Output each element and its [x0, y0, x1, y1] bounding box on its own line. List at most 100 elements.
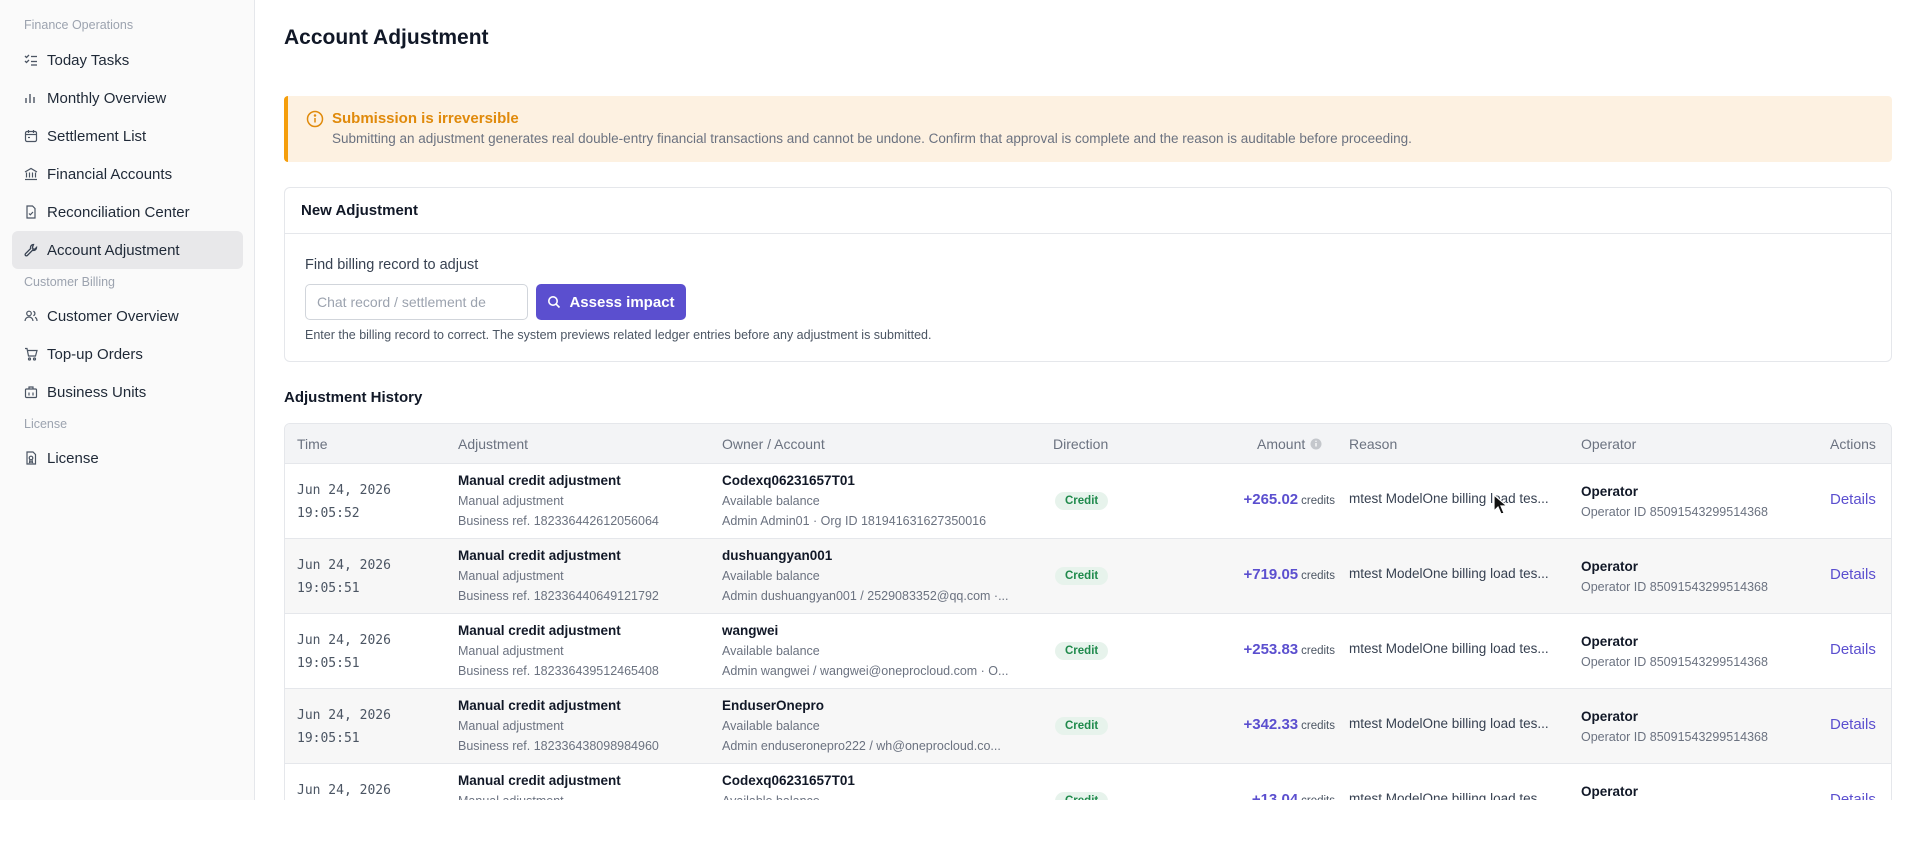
sidebar-item-top-up-orders[interactable]: Top-up Orders: [12, 335, 243, 373]
bank-icon: [24, 167, 38, 181]
column-header-owner-account: Owner / Account: [722, 436, 825, 452]
sidebar-item-business-units[interactable]: Business Units: [12, 373, 243, 411]
account-name: Available balance: [722, 644, 820, 658]
adjustment-cell: Manual credit adjustment Manual adjustme…: [458, 471, 708, 531]
cart-icon: [24, 347, 38, 361]
adjustment-title: Manual credit adjustment: [458, 548, 621, 563]
table-row: Jun 24, 2026 Manual credit adjustment Ma…: [285, 764, 1891, 800]
operator-id: Operator ID 85091543299514368: [1581, 655, 1768, 669]
time-cell: Jun 24, 2026: [297, 779, 391, 800]
owner-cell: wangwei Available balance Admin wangwei …: [722, 621, 1022, 681]
amount-cell: +719.05 credits: [1243, 566, 1335, 584]
adjustment-subtitle: Manual adjustment: [458, 569, 564, 583]
amount-cell: +342.33 credits: [1243, 716, 1335, 734]
sidebar-item-label: Customer Overview: [47, 307, 179, 325]
assess-impact-button[interactable]: Assess impact: [536, 284, 686, 320]
calendar-icon: [24, 129, 38, 143]
sidebar-item-monthly-overview[interactable]: Monthly Overview: [12, 79, 243, 117]
find-record-label: Find billing record to adjust: [305, 257, 479, 273]
users-icon: [24, 309, 38, 323]
details-link[interactable]: Details: [1830, 566, 1876, 583]
info-icon[interactable]: [1310, 438, 1322, 450]
sidebar-item-label: Monthly Overview: [47, 89, 167, 107]
operator-name: Operator: [1581, 634, 1639, 649]
operator-id: Operator ID 85091543299514368: [1581, 505, 1768, 519]
billing-record-search-input[interactable]: [305, 284, 528, 320]
adjustment-title: Manual credit adjustment: [458, 473, 621, 488]
page-title: Account Adjustment: [284, 26, 489, 49]
column-header-actions: Actions: [1830, 436, 1876, 452]
operator-cell: Operator: [1581, 782, 1638, 800]
column-header-direction: Direction: [1053, 436, 1109, 452]
operator-name: Operator: [1581, 484, 1639, 499]
nav-section-title-license: License: [24, 417, 68, 431]
sidebar-item-today-tasks[interactable]: Today Tasks: [12, 41, 243, 79]
reason-text[interactable]: mtest ModelOne billing load tes...: [1349, 791, 1564, 800]
details-link[interactable]: Details: [1830, 791, 1876, 800]
details-link[interactable]: Details: [1830, 641, 1876, 658]
sidebar-item-settlement-list[interactable]: Settlement List: [12, 117, 243, 155]
adjustment-subtitle: Manual adjustment: [458, 719, 564, 733]
account-name: Available balance: [722, 494, 820, 508]
sidebar-item-label: Reconciliation Center: [47, 203, 190, 221]
reason-text[interactable]: mtest ModelOne billing load tes...: [1349, 491, 1564, 506]
direction-badge: Credit: [1055, 792, 1109, 800]
sidebar: Finance Operations Today Tasks Monthly O…: [0, 0, 255, 800]
sidebar-item-label: Business Units: [47, 383, 147, 401]
owner-name: wangwei: [722, 623, 779, 638]
account-name: Available balance: [722, 569, 820, 583]
account-name: Available balance: [722, 791, 1022, 800]
owner-detail: Admin dushuangyan001 / 2529083352@qq.com…: [722, 589, 1009, 603]
adjustment-title: Manual credit adjustment: [458, 773, 621, 788]
adjustment-history-title: Adjustment History: [284, 389, 423, 406]
amount-value: +265.02: [1243, 491, 1299, 508]
owner-name: Codexq06231657T01: [722, 773, 855, 788]
owner-detail: Admin enduseronepro222 / wh@oneprocloud.…: [722, 739, 1001, 753]
row-time: 19:05:51: [297, 581, 360, 596]
sidebar-item-financial-accounts[interactable]: Financial Accounts: [12, 155, 243, 193]
nav-section-title-customer-billing: Customer Billing: [24, 275, 116, 289]
time-cell: Jun 24, 2026 19:05:52: [297, 479, 391, 525]
operator-name: Operator: [1581, 559, 1639, 574]
row-date: Jun 24, 2026: [297, 483, 391, 498]
adjustment-title: Manual credit adjustment: [458, 698, 621, 713]
direction-badge: Credit: [1055, 717, 1109, 735]
adjustment-cell: Manual credit adjustment Manual adjustme…: [458, 771, 708, 800]
details-link[interactable]: Details: [1830, 491, 1876, 508]
operator-name: Operator: [1581, 709, 1639, 724]
time-cell: Jun 24, 2026 19:05:51: [297, 629, 391, 675]
time-cell: Jun 24, 2026 19:05:51: [297, 554, 391, 600]
row-time: 19:05:52: [297, 506, 360, 521]
adjustment-subtitle: Manual adjustment: [458, 494, 564, 508]
adjustment-subtitle: Manual adjustment: [458, 644, 564, 658]
checklist-icon: [24, 53, 38, 67]
sidebar-item-reconciliation-center[interactable]: Reconciliation Center: [12, 193, 243, 231]
app-viewport: Finance Operations Today Tasks Monthly O…: [0, 0, 1920, 800]
direction-badge: Credit: [1055, 567, 1109, 585]
adjustment-cell: Manual credit adjustment Manual adjustme…: [458, 546, 708, 606]
amount-value: +253.83: [1243, 641, 1299, 658]
assess-impact-label: Assess impact: [569, 293, 675, 311]
info-circle-icon: [306, 110, 324, 128]
reason-text[interactable]: mtest ModelOne billing load tes...: [1349, 716, 1564, 731]
wrench-icon: [24, 243, 38, 257]
bar-chart-icon: [24, 91, 38, 105]
adjustment-cell: Manual credit adjustment Manual adjustme…: [458, 621, 708, 681]
operator-cell: Operator Operator ID 85091543299514368: [1581, 632, 1768, 672]
sidebar-item-label: Top-up Orders: [47, 345, 143, 363]
amount-unit: credits: [1301, 645, 1335, 657]
new-adjustment-card: New Adjustment Find billing record to ad…: [284, 187, 1892, 362]
reason-text[interactable]: mtest ModelOne billing load tes...: [1349, 641, 1564, 656]
column-header-time: Time: [297, 436, 328, 452]
owner-cell: Codexq06231657T01 Available balance: [722, 771, 1022, 800]
details-link[interactable]: Details: [1830, 716, 1876, 733]
business-ref: Business ref. 182336439512465408: [458, 664, 659, 678]
owner-cell: dushuangyan001 Available balance Admin d…: [722, 546, 1022, 606]
table-row: Jun 24, 2026 19:05:52 Manual credit adju…: [285, 464, 1891, 539]
sidebar-item-customer-overview[interactable]: Customer Overview: [12, 297, 243, 335]
sidebar-item-account-adjustment[interactable]: Account Adjustment: [12, 231, 243, 269]
amount-value: +13.04: [1251, 791, 1299, 800]
sidebar-item-license[interactable]: License: [12, 439, 243, 477]
business-ref: Business ref. 182336438098984960: [458, 739, 659, 753]
reason-text[interactable]: mtest ModelOne billing load tes...: [1349, 566, 1564, 581]
